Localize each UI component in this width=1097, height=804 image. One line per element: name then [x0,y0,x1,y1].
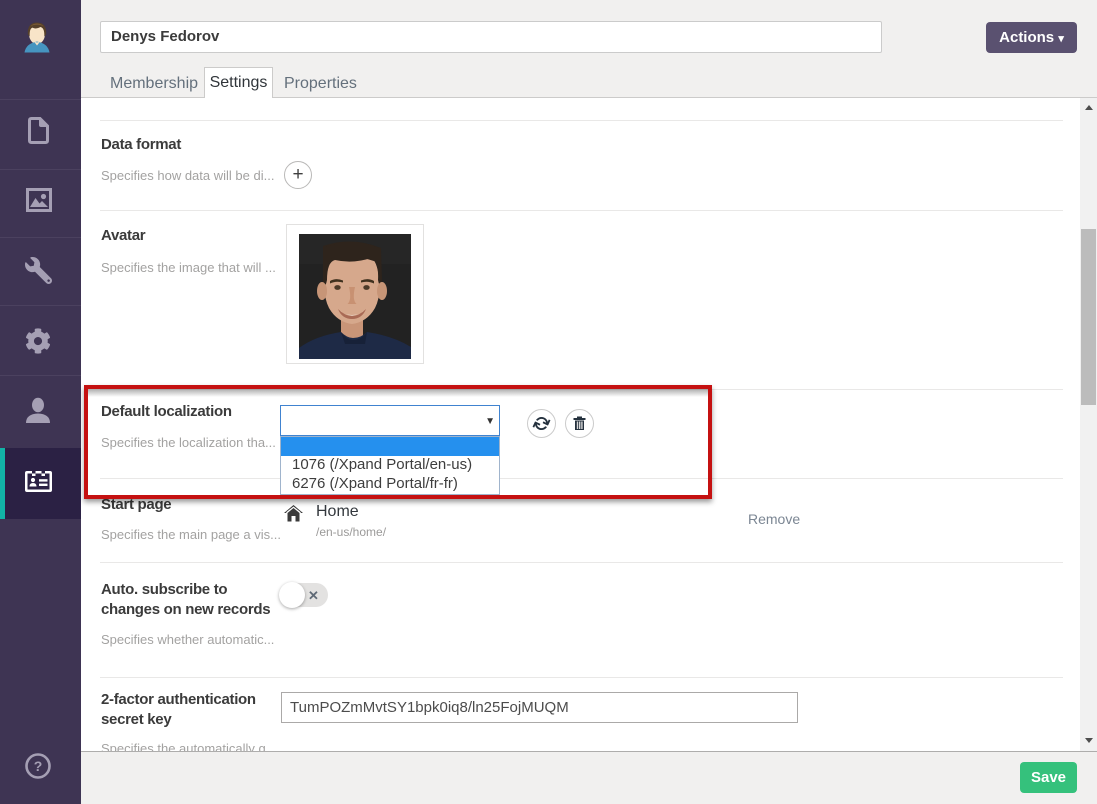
svg-text:?: ? [34,758,43,774]
